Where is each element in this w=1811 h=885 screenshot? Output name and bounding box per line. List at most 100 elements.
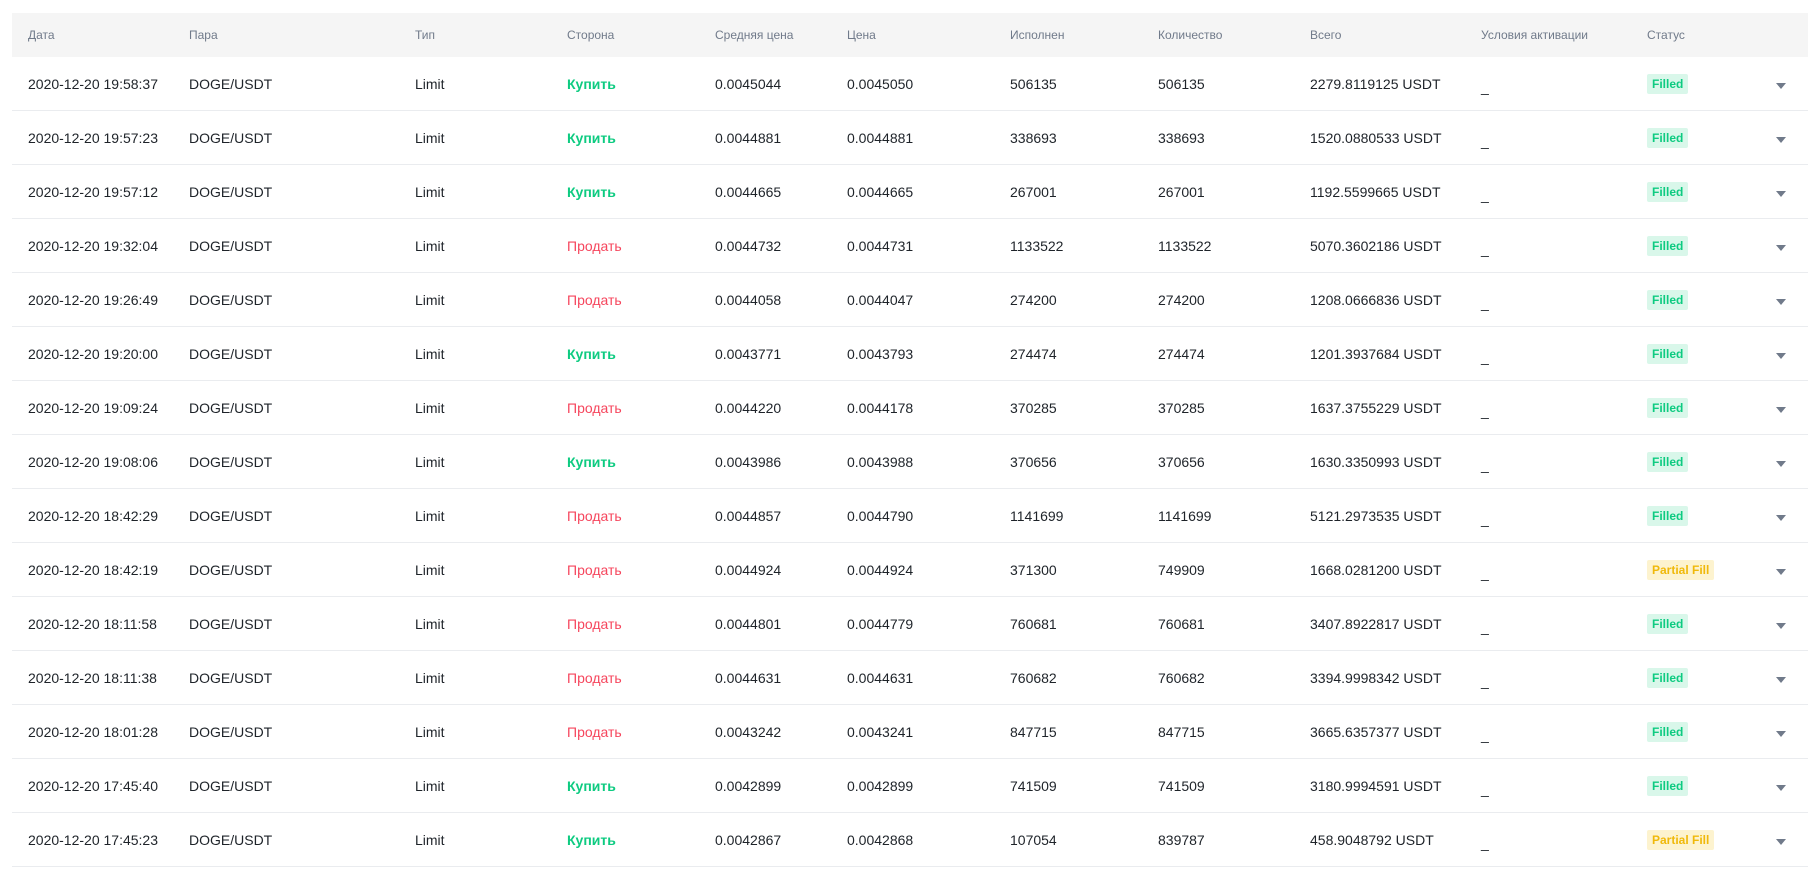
- table-row[interactable]: 2020-12-20 19:57:23 DOGE/USDT Limit Купить 0…: [12, 111, 1808, 165]
- order-filled: 371300: [1010, 561, 1057, 578]
- row-expand-button[interactable]: [1741, 675, 1808, 683]
- row-expand-button[interactable]: [1741, 459, 1808, 467]
- order-amount: 839787: [1158, 831, 1205, 848]
- table-row[interactable]: 2020-12-20 19:09:24 DOGE/USDT Limit Продать…: [12, 381, 1808, 435]
- table-row[interactable]: 2020-12-20 19:08:06 DOGE/USDT Limit Купить 0…: [12, 435, 1808, 489]
- table-row[interactable]: 2020-12-20 18:11:38 DOGE/USDT Limit Продать…: [12, 651, 1808, 705]
- order-trigger-value: _: [1481, 672, 1489, 689]
- order-avg-price: 0.0044857: [715, 507, 782, 524]
- order-date: 2020-12-20 17:45:40: [28, 777, 158, 794]
- order-filled: 741509: [1010, 777, 1057, 794]
- order-status: Filled: [1631, 127, 1741, 148]
- column-header-amount[interactable]: Количество: [1142, 28, 1294, 42]
- column-header-price[interactable]: Цена: [831, 28, 994, 42]
- table-row[interactable]: 2020-12-20 19:57:12 DOGE/USDT Limit Купить 0…: [12, 165, 1808, 219]
- order-filled: 1141699: [1010, 507, 1064, 524]
- chevron-down-icon[interactable]: [1776, 82, 1786, 89]
- table-row[interactable]: 2020-12-20 19:20:00 DOGE/USDT Limit Купить 0…: [12, 327, 1808, 381]
- order-status: Filled: [1631, 505, 1741, 526]
- order-trigger-value: _: [1481, 240, 1489, 257]
- status-badge: Filled: [1647, 289, 1689, 310]
- chevron-down-icon[interactable]: [1776, 136, 1786, 143]
- row-expand-button[interactable]: [1741, 513, 1808, 521]
- order-amount: 1133522: [1158, 237, 1212, 254]
- chevron-down-icon[interactable]: [1776, 838, 1786, 845]
- chevron-down-icon[interactable]: [1776, 514, 1786, 521]
- order-filled: 370656: [1010, 453, 1057, 470]
- column-header-total[interactable]: Всего: [1294, 28, 1465, 42]
- column-header-side[interactable]: Сторона: [551, 28, 699, 42]
- column-header-pair[interactable]: Пара: [173, 28, 399, 42]
- status-badge: Filled: [1647, 181, 1689, 202]
- row-expand-button[interactable]: [1741, 189, 1808, 197]
- order-trigger-value: _: [1481, 510, 1489, 527]
- order-price: 0.0042899: [847, 777, 914, 794]
- table-row[interactable]: 2020-12-20 19:32:04 DOGE/USDT Limit Продать…: [12, 219, 1808, 273]
- table-row[interactable]: 2020-12-20 18:01:28 DOGE/USDT Limit Продать…: [12, 705, 1808, 759]
- table-row[interactable]: 2020-12-20 18:42:29 DOGE/USDT Limit Продать…: [12, 489, 1808, 543]
- table-row[interactable]: 2020-12-20 18:42:19 DOGE/USDT Limit Продать…: [12, 543, 1808, 597]
- order-type: Limit: [415, 723, 445, 740]
- order-trigger-value: _: [1481, 726, 1489, 743]
- order-amount: 847715: [1158, 723, 1205, 740]
- table-row[interactable]: 2020-12-20 17:45:23 DOGE/USDT Limit Купить 0…: [12, 813, 1808, 867]
- order-trigger: _: [1465, 832, 1631, 851]
- chevron-down-icon[interactable]: [1776, 352, 1786, 359]
- column-header-type[interactable]: Тип: [399, 28, 551, 42]
- status-badge: Filled: [1647, 613, 1689, 634]
- chevron-down-icon[interactable]: [1776, 460, 1786, 467]
- chevron-down-icon[interactable]: [1776, 298, 1786, 305]
- column-header-avg-price[interactable]: Средняя цена: [699, 28, 831, 42]
- table-row[interactable]: 2020-12-20 19:58:37 DOGE/USDT Limit Купить 0…: [12, 57, 1808, 111]
- row-expand-button[interactable]: [1741, 621, 1808, 629]
- chevron-down-icon[interactable]: [1776, 568, 1786, 575]
- order-pair: DOGE/USDT: [189, 831, 273, 848]
- order-trigger-value: _: [1481, 780, 1489, 797]
- chevron-down-icon[interactable]: [1776, 190, 1786, 197]
- chevron-down-icon[interactable]: [1776, 406, 1786, 413]
- column-header-status[interactable]: Статус: [1631, 28, 1741, 42]
- status-badge: Filled: [1647, 721, 1689, 742]
- table-row[interactable]: 2020-12-20 17:45:40 DOGE/USDT Limit Купить 0…: [12, 759, 1808, 813]
- order-amount: 370285: [1158, 399, 1205, 416]
- chevron-down-icon[interactable]: [1776, 730, 1786, 737]
- column-header-date[interactable]: Дата: [12, 28, 173, 42]
- order-side: Купить: [551, 778, 699, 794]
- order-price: 0.0044665: [847, 183, 914, 200]
- order-filled: 760681: [1010, 615, 1057, 632]
- chevron-down-icon[interactable]: [1776, 244, 1786, 251]
- row-expand-button[interactable]: [1741, 351, 1808, 359]
- row-expand-button[interactable]: [1741, 405, 1808, 413]
- row-expand-button[interactable]: [1741, 135, 1808, 143]
- row-expand-button[interactable]: [1741, 837, 1808, 845]
- chevron-down-icon[interactable]: [1776, 622, 1786, 629]
- order-type: Limit: [415, 291, 445, 308]
- order-type: Limit: [415, 75, 445, 92]
- row-expand-button[interactable]: [1741, 567, 1808, 575]
- row-expand-button[interactable]: [1741, 243, 1808, 251]
- order-side: Купить: [551, 76, 699, 92]
- row-expand-button[interactable]: [1741, 783, 1808, 791]
- order-side: Продать: [551, 562, 699, 578]
- column-header-filled[interactable]: Исполнен: [994, 28, 1142, 42]
- order-total: 3665.6357377 USDT: [1310, 723, 1442, 740]
- order-pair: DOGE/USDT: [189, 723, 273, 740]
- table-row[interactable]: 2020-12-20 19:26:49 DOGE/USDT Limit Продать…: [12, 273, 1808, 327]
- row-expand-button[interactable]: [1741, 81, 1808, 89]
- order-trigger-value: _: [1481, 834, 1489, 851]
- order-type: Limit: [415, 237, 445, 254]
- order-date: 2020-12-20 18:11:38: [28, 669, 157, 686]
- order-avg-price: 0.0044924: [715, 561, 782, 578]
- order-type: Limit: [415, 507, 445, 524]
- status-badge: Filled: [1647, 397, 1689, 418]
- order-avg-price: 0.0045044: [715, 75, 782, 92]
- row-expand-button[interactable]: [1741, 297, 1808, 305]
- column-header-trigger[interactable]: Условия активации: [1465, 28, 1631, 42]
- order-amount: 1141699: [1158, 507, 1212, 524]
- chevron-down-icon[interactable]: [1776, 784, 1786, 791]
- table-row[interactable]: 2020-12-20 18:11:58 DOGE/USDT Limit Продать…: [12, 597, 1808, 651]
- order-date: 2020-12-20 17:45:23: [28, 831, 158, 848]
- chevron-down-icon[interactable]: [1776, 676, 1786, 683]
- row-expand-button[interactable]: [1741, 729, 1808, 737]
- status-badge: Filled: [1647, 127, 1689, 148]
